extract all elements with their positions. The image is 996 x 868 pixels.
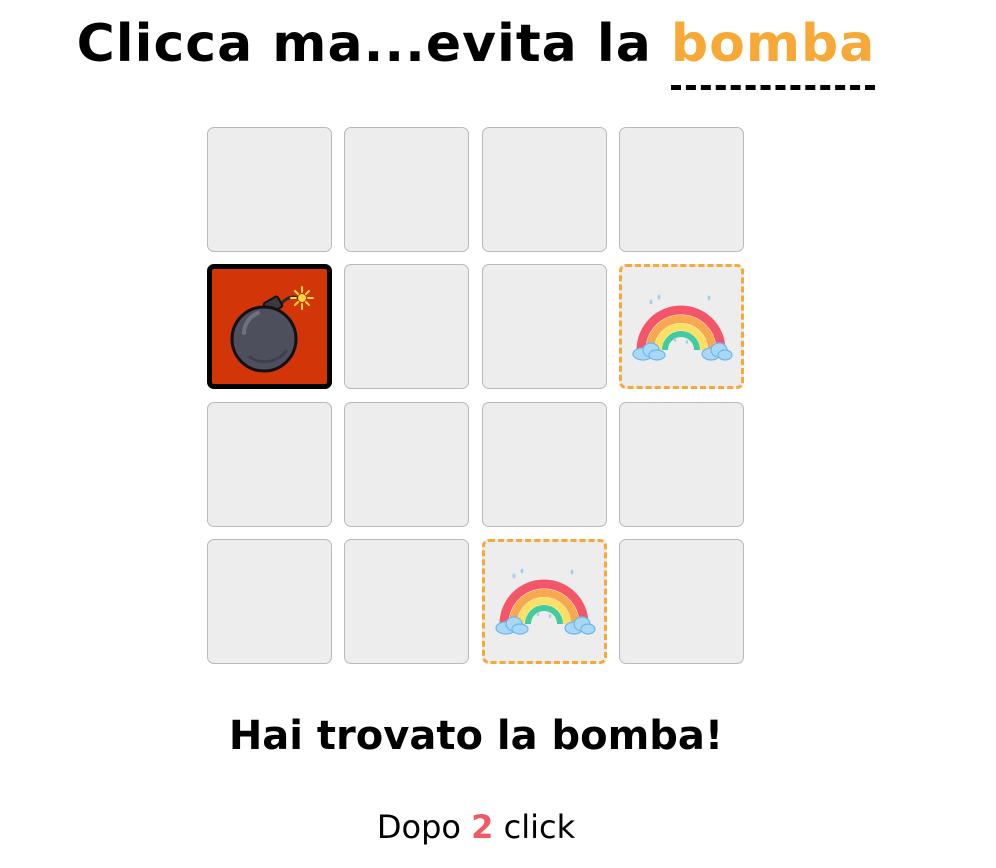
click-counter: Dopo 2 click [0, 804, 952, 850]
board-cell-r4-c4[interactable] [618, 538, 744, 664]
rainbow-icon [629, 292, 733, 362]
board-cell-r1-c1[interactable] [207, 127, 332, 252]
board-cell-r2-c4[interactable] [618, 264, 744, 390]
board-cell-r3-c1[interactable] [207, 401, 332, 527]
title-prefix: Clicca ma...evita la [76, 14, 652, 74]
game-board [207, 127, 744, 664]
clicks-prefix: Dopo [376, 808, 461, 846]
board-cell-r2-c3[interactable] [481, 264, 607, 390]
bomb-icon [220, 277, 320, 377]
board-cell-r3-c2[interactable] [344, 401, 470, 527]
board-cell-r4-c1[interactable] [207, 538, 332, 664]
board-cell-r1-c3[interactable] [481, 127, 607, 252]
board-cell-r4-c3[interactable] [481, 538, 607, 664]
board-cell-r1-c2[interactable] [344, 127, 470, 252]
clicks-count: 2 [471, 808, 494, 846]
board-cell-r3-c4[interactable] [618, 401, 744, 527]
board-cell-r2-c1[interactable] [207, 264, 332, 390]
title-accent-word: bomba [670, 6, 876, 90]
result-message: Hai trovato la bomba! [228, 713, 724, 759]
board-cell-r3-c3[interactable] [481, 401, 607, 527]
board-cell-r1-c4[interactable] [618, 127, 744, 252]
rainbow-icon [492, 566, 596, 636]
page-title: Clicca ma...evita la bomba [0, 6, 952, 90]
clicks-suffix: click [503, 808, 576, 846]
board-cell-r2-c2[interactable] [344, 264, 470, 390]
board-cell-r4-c2[interactable] [344, 538, 470, 664]
